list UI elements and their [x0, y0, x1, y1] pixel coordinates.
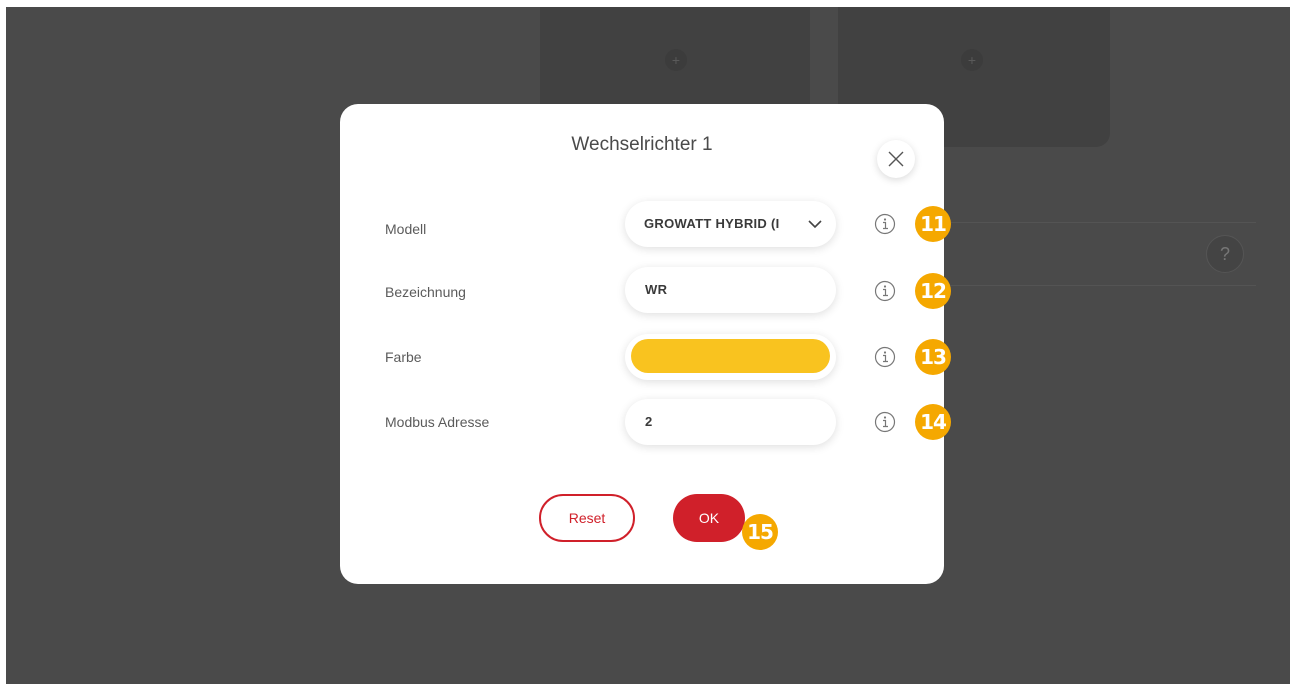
step-badge: 14 — [915, 404, 951, 440]
add-icon: + — [665, 49, 687, 71]
model-label: Modell — [385, 221, 427, 237]
step-badge: 11 — [915, 206, 951, 242]
color-swatch — [631, 339, 830, 373]
info-icon[interactable] — [874, 411, 896, 433]
divider — [946, 285, 1256, 286]
info-icon[interactable] — [874, 346, 896, 368]
color-picker[interactable] — [625, 334, 836, 380]
dialog-title: Wechselrichter 1 — [571, 134, 713, 155]
help-button: ? — [1206, 235, 1244, 273]
close-icon — [888, 151, 904, 167]
close-button[interactable] — [877, 140, 915, 178]
modbus-address-value: 2 — [645, 414, 653, 429]
info-icon[interactable] — [874, 280, 896, 302]
step-badge: 12 — [915, 273, 951, 309]
name-input[interactable]: WR — [625, 267, 836, 313]
add-icon: + — [961, 49, 983, 71]
inverter-dialog: Wechselrichter 1 Modell GROWATT HYBRID (… — [340, 104, 951, 584]
name-input-value: WR — [645, 282, 668, 297]
reset-button[interactable]: Reset — [539, 494, 635, 542]
divider — [946, 222, 1256, 223]
app-background: + + ? Wechselrichter 1 Modell GROWATT HY… — [6, 7, 1290, 684]
info-icon[interactable] — [874, 213, 896, 235]
step-badge: 13 — [915, 339, 951, 375]
modbus-address-input[interactable]: 2 — [625, 399, 836, 445]
color-label: Farbe — [385, 349, 422, 365]
chevron-down-icon — [808, 220, 822, 229]
model-select[interactable]: GROWATT HYBRID (I — [625, 201, 836, 247]
step-badge: 15 — [742, 514, 778, 550]
modbus-label: Modbus Adresse — [385, 414, 490, 430]
ok-button[interactable]: OK — [673, 494, 745, 542]
name-label: Bezeichnung — [385, 284, 466, 300]
model-select-value: GROWATT HYBRID (I — [644, 216, 780, 231]
